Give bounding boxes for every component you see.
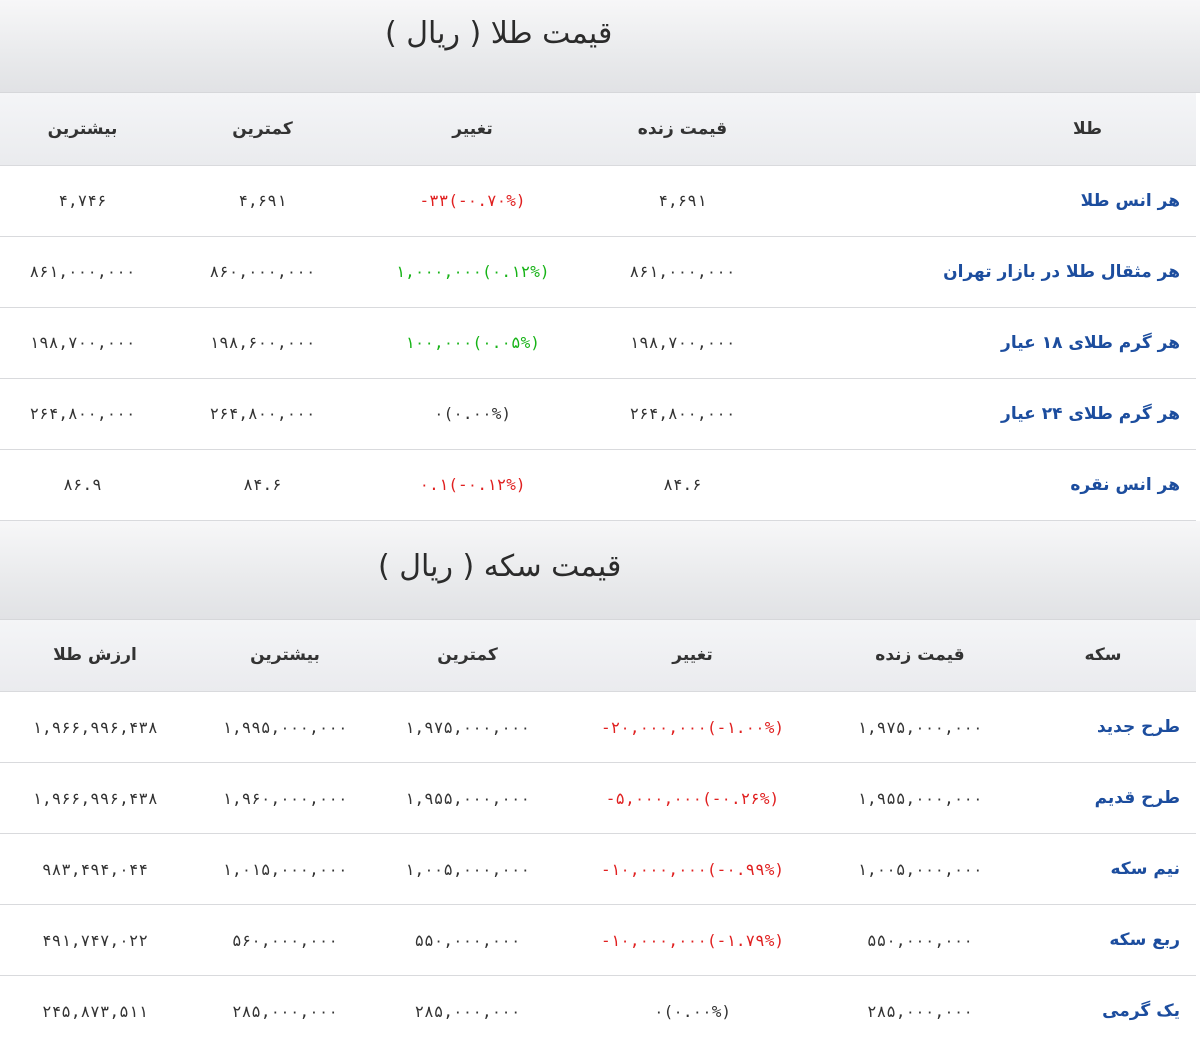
header-live-price: قیمت زنده	[585, 93, 780, 166]
cell-change: -۳۳(-۰.۷۰%)	[419, 191, 526, 210]
gold-section-header: قیمت طلا ( ریال )	[0, 0, 1200, 93]
cell-change: ۰.۱(-۰.۱۲%)	[419, 475, 526, 494]
cell-high: ۴,۷۴۶	[58, 191, 107, 210]
cell-high: ۲۶۴,۸۰۰,۰۰۰	[29, 404, 136, 423]
table-row: ۱,۹۶۶,۹۹۶,۴۳۸ ۱,۹۹۵,۰۰۰,۰۰۰ ۱,۹۷۵,۰۰۰,۰۰…	[0, 691, 1196, 763]
cell-live-price: ۱۹۸,۷۰۰,۰۰۰	[629, 333, 736, 352]
row-name-link[interactable]: هر انس نقره	[780, 449, 1196, 520]
table-row: ۴,۷۴۶ ۴,۶۹۱ -۳۳(-۰.۷۰%) ۴,۶۹۱ هر انس طلا	[0, 165, 1196, 236]
cell-live-price: ۲۸۵,۰۰۰,۰۰۰	[867, 1001, 973, 1021]
cell-gold-value: ۲۴۵,۸۷۳,۵۱۱	[42, 1001, 148, 1021]
cell-high: ۱۹۸,۷۰۰,۰۰۰	[29, 333, 136, 352]
row-name-link[interactable]: طرح جدید	[1010, 692, 1196, 763]
cell-high: ۸۶.۹	[63, 475, 102, 494]
cell-live-price: ۲۶۴,۸۰۰,۰۰۰	[629, 404, 736, 423]
header-high: بیشترین	[190, 619, 380, 692]
row-name-link[interactable]: یک گرمی	[1010, 976, 1196, 1047]
cell-low: ۲۸۵,۰۰۰,۰۰۰	[414, 1001, 521, 1021]
header-name: طلا	[780, 93, 1196, 166]
cell-high: ۱,۰۱۵,۰۰۰,۰۰۰	[222, 859, 348, 879]
coin-table-header-row: ارزش طلا بیشترین کمترین تغییر قیمت زنده …	[0, 619, 1196, 692]
gold-section-title: قیمت طلا ( ریال )	[385, 16, 613, 51]
cell-gold-value: ۱,۹۶۶,۹۹۶,۴۳۸	[32, 717, 158, 737]
cell-change: ۰(۰.۰۰%)	[433, 404, 512, 423]
cell-gold-value: ۱,۹۶۶,۹۹۶,۴۳۸	[32, 788, 158, 808]
header-name: سکه	[1010, 619, 1196, 692]
cell-change: -۱۰,۰۰۰,۰۰۰(-۱.۷۹%)	[600, 930, 785, 950]
cell-low: ۸۴.۶	[243, 475, 282, 494]
cell-live-price: ۱,۰۰۵,۰۰۰,۰۰۰	[857, 859, 983, 879]
cell-gold-value: ۴۹۱,۷۴۷,۰۲۲	[42, 930, 148, 950]
cell-high: ۸۶۱,۰۰۰,۰۰۰	[29, 262, 136, 281]
table-row: ۸۶.۹ ۸۴.۶ ۰.۱(-۰.۱۲%) ۸۴.۶ هر انس نقره	[0, 449, 1196, 520]
gold-table-header-row: بیشترین کمترین تغییر قیمت زنده طلا	[0, 93, 1196, 166]
cell-live-price: ۴,۶۹۱	[658, 191, 707, 210]
table-row: ۲۶۴,۸۰۰,۰۰۰ ۲۶۴,۸۰۰,۰۰۰ ۰(۰.۰۰%) ۲۶۴,۸۰۰…	[0, 378, 1196, 449]
coin-section-header: قیمت سکه ( ریال )	[0, 520, 1200, 620]
row-name-link[interactable]: طرح قدیم	[1010, 763, 1196, 834]
cell-low: ۱,۹۷۵,۰۰۰,۰۰۰	[404, 717, 531, 737]
cell-live-price: ۵۵۰,۰۰۰,۰۰۰	[867, 930, 973, 950]
row-name-link[interactable]: هر انس طلا	[780, 165, 1196, 236]
cell-change: ۱,۰۰۰,۰۰۰(۰.۱۲%)	[395, 262, 550, 281]
cell-low: ۲۶۴,۸۰۰,۰۰۰	[209, 404, 316, 423]
header-live-price: قیمت زنده	[830, 619, 1010, 692]
cell-low: ۴,۶۹۱	[238, 191, 287, 210]
header-low: کمترین	[380, 619, 555, 692]
table-row: ۱,۹۶۶,۹۹۶,۴۳۸ ۱,۹۶۰,۰۰۰,۰۰۰ ۱,۹۵۵,۰۰۰,۰۰…	[0, 762, 1196, 834]
cell-live-price: ۸۴.۶	[663, 475, 702, 494]
table-row: ۹۸۳,۴۹۴,۰۴۴ ۱,۰۱۵,۰۰۰,۰۰۰ ۱,۰۰۵,۰۰۰,۰۰۰ …	[0, 833, 1196, 905]
header-low: کمترین	[165, 93, 360, 166]
cell-high: ۵۶۰,۰۰۰,۰۰۰	[232, 930, 338, 950]
table-row: ۲۴۵,۸۷۳,۵۱۱ ۲۸۵,۰۰۰,۰۰۰ ۲۸۵,۰۰۰,۰۰۰ ۰(۰.…	[0, 975, 1196, 1047]
cell-low: ۱,۹۵۵,۰۰۰,۰۰۰	[404, 788, 531, 808]
cell-low: ۵۵۰,۰۰۰,۰۰۰	[414, 930, 521, 950]
cell-live-price: ۸۶۱,۰۰۰,۰۰۰	[629, 262, 736, 281]
coin-price-table: ارزش طلا بیشترین کمترین تغییر قیمت زنده …	[0, 619, 1196, 1047]
cell-low: ۱,۰۰۵,۰۰۰,۰۰۰	[404, 859, 531, 879]
coin-section-title: قیمت سکه ( ریال )	[378, 548, 622, 584]
header-high: بیشترین	[0, 93, 165, 166]
cell-high: ۱,۹۹۵,۰۰۰,۰۰۰	[222, 717, 348, 737]
header-change: تغییر	[555, 619, 830, 692]
cell-change: -۵,۰۰۰,۰۰۰(-۰.۲۶%)	[605, 788, 780, 808]
row-name-link[interactable]: نیم سکه	[1010, 834, 1196, 905]
cell-high: ۲۸۵,۰۰۰,۰۰۰	[232, 1001, 338, 1021]
table-row: ۱۹۸,۷۰۰,۰۰۰ ۱۹۸,۶۰۰,۰۰۰ ۱۰۰,۰۰۰(۰.۰۵%) ۱…	[0, 307, 1196, 378]
cell-high: ۱,۹۶۰,۰۰۰,۰۰۰	[222, 788, 348, 808]
row-name-link[interactable]: هر گرم طلای ۱۸ عیار	[780, 307, 1196, 378]
cell-change: -۲۰,۰۰۰,۰۰۰(-۱.۰۰%)	[600, 717, 785, 737]
cell-low: ۸۶۰,۰۰۰,۰۰۰	[209, 262, 316, 281]
table-row: ۸۶۱,۰۰۰,۰۰۰ ۸۶۰,۰۰۰,۰۰۰ ۱,۰۰۰,۰۰۰(۰.۱۲%)…	[0, 236, 1196, 307]
row-name-link[interactable]: هر گرم طلای ۲۴ عیار	[780, 378, 1196, 449]
header-gold-value: ارزش طلا	[0, 619, 190, 692]
gold-price-table: بیشترین کمترین تغییر قیمت زنده طلا ۴,۷۴۶…	[0, 93, 1196, 521]
row-name-link[interactable]: هر مثقال طلا در بازار تهران	[780, 236, 1196, 307]
row-name-link[interactable]: ربع سکه	[1010, 905, 1196, 976]
cell-gold-value: ۹۸۳,۴۹۴,۰۴۴	[42, 859, 148, 879]
table-row: ۴۹۱,۷۴۷,۰۲۲ ۵۶۰,۰۰۰,۰۰۰ ۵۵۰,۰۰۰,۰۰۰ -۱۰,…	[0, 904, 1196, 976]
cell-change: -۱۰,۰۰۰,۰۰۰(-۰.۹۹%)	[600, 859, 785, 879]
header-change: تغییر	[360, 93, 585, 166]
cell-low: ۱۹۸,۶۰۰,۰۰۰	[209, 333, 316, 352]
cell-change: ۱۰۰,۰۰۰(۰.۰۵%)	[405, 333, 540, 352]
cell-live-price: ۱,۹۷۵,۰۰۰,۰۰۰	[857, 717, 983, 737]
cell-live-price: ۱,۹۵۵,۰۰۰,۰۰۰	[857, 788, 983, 808]
cell-change: ۰(۰.۰۰%)	[653, 1001, 732, 1021]
